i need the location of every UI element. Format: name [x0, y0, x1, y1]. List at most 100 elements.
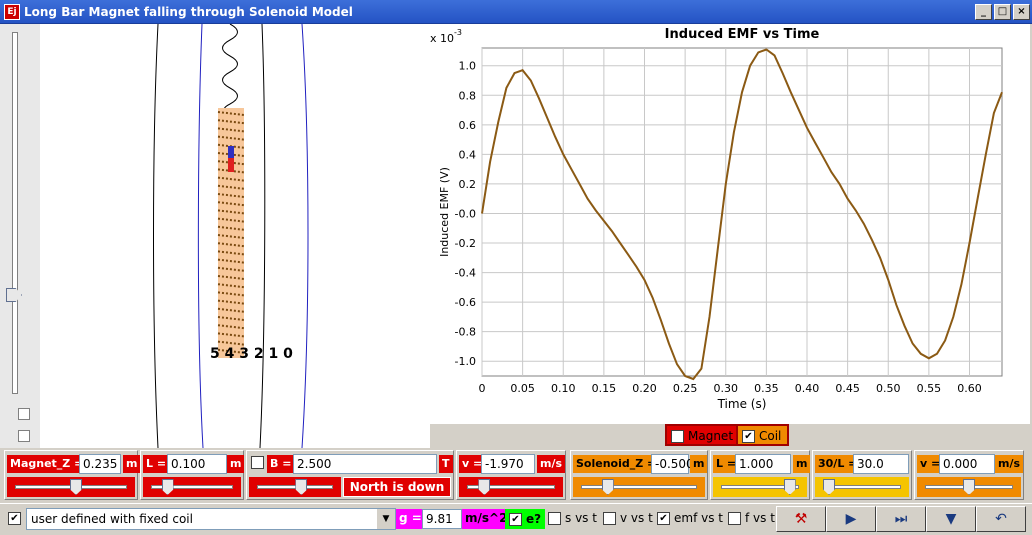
- f-vs-t-option[interactable]: f vs t: [728, 511, 775, 525]
- magnet-l-label: L =: [143, 455, 170, 473]
- solenoid-z-thumb[interactable]: [601, 479, 614, 495]
- b-slider[interactable]: [249, 477, 341, 497]
- zoom-slider-track[interactable]: [12, 32, 18, 394]
- y-tick-label: 0.4: [459, 148, 477, 161]
- x-tick-label: 0.40: [795, 382, 820, 395]
- solenoid-z-unit: m: [690, 455, 708, 473]
- b-input[interactable]: 2.500: [293, 454, 437, 474]
- maximize-button[interactable]: □: [994, 3, 1011, 20]
- magnet-z-thumb[interactable]: [70, 479, 82, 495]
- solenoid-z-label: Solenoid_Z =: [573, 455, 660, 473]
- y-scale-label: x 10: [430, 32, 454, 45]
- window-title: Long Bar Magnet falling through Solenoid…: [24, 4, 353, 19]
- magnet-l-group: L = 0.100 m: [140, 450, 245, 500]
- solenoid-v-thumb[interactable]: [963, 479, 975, 495]
- emf-chart: 0 0.05 0.10 0.15 0.20 0.25 0.30 0.35 0.40 0.45 0.5…: [430, 27, 1003, 411]
- b-label: B =: [267, 455, 295, 473]
- mode-checkbox[interactable]: ✔: [8, 512, 21, 525]
- gravity-unit: m/s^2: [462, 509, 511, 529]
- y-tick-label: 1.0: [459, 60, 477, 73]
- solenoid-v-group: v = 0.000 m/s: [914, 450, 1024, 500]
- v-vs-t-checkbox[interactable]: [603, 511, 616, 525]
- y-tick-label: -0.4: [455, 267, 476, 280]
- emf-vs-t-option[interactable]: ✔ emf vs t: [657, 511, 723, 525]
- legend-coil[interactable]: ✔ Coil: [736, 424, 790, 446]
- hammer-icon[interactable]: ⚒: [776, 506, 826, 532]
- y-scale-exponent: -3: [454, 28, 462, 37]
- s-vs-t-option[interactable]: s vs t: [548, 511, 597, 525]
- y-tick-label: -0.0: [455, 207, 476, 220]
- app-icon: Ej: [4, 3, 20, 20]
- down-icon[interactable]: ▼: [926, 506, 976, 532]
- legend-magnet[interactable]: Magnet: [665, 424, 742, 446]
- x-tick-label: 0.60: [957, 382, 982, 395]
- gravity-input[interactable]: 9.81: [422, 509, 462, 529]
- magnet-south: [228, 158, 234, 172]
- velocity-unit: m/s: [537, 455, 566, 473]
- x-tick-label: 0.55: [917, 382, 942, 395]
- velocity-group: v = -1.970 m/s: [456, 450, 566, 500]
- solenoid-z-slider[interactable]: [573, 477, 705, 497]
- solenoid-v-slider[interactable]: [917, 477, 1021, 497]
- magnet-l-slider[interactable]: [143, 477, 241, 497]
- emf-checkbox[interactable]: ✔: [509, 512, 522, 526]
- field-line-right-inner: [259, 24, 266, 448]
- emf-toggle[interactable]: ✔ e?: [505, 509, 546, 529]
- close-button[interactable]: ×: [1013, 3, 1030, 20]
- magnet-checkbox[interactable]: [671, 429, 684, 443]
- legend-coil-label: Coil: [759, 429, 782, 443]
- f-vs-t-checkbox[interactable]: [728, 511, 741, 525]
- b-thumb[interactable]: [295, 479, 308, 495]
- solenoid-v-input[interactable]: 0.000: [939, 454, 995, 474]
- chart-title: Induced EMF vs Time: [665, 27, 820, 42]
- north-is-down-button[interactable]: North is down: [343, 477, 451, 497]
- parameter-panel: Magnet_Z = 0.235 m L = 0.100 m B = 2.500…: [4, 450, 1028, 502]
- chevron-down-icon[interactable]: ▼: [377, 509, 395, 529]
- left-panel: [0, 24, 40, 448]
- simulation-view[interactable]: 5 4 3 2 1 0: [40, 24, 430, 448]
- x-tick-label: 0.45: [835, 382, 860, 395]
- play-icon[interactable]: ▶: [826, 506, 876, 532]
- pole-labels: 5 4 3 2 1 0: [210, 346, 293, 362]
- solenoid-v-unit: m/s: [995, 455, 1024, 473]
- solenoid-z-group: Solenoid_Z = -0.500 m: [570, 450, 708, 500]
- velocity-input[interactable]: -1.970: [481, 454, 535, 474]
- emf-vs-t-checkbox[interactable]: ✔: [657, 511, 670, 525]
- v-vs-t-option[interactable]: v vs t: [603, 511, 653, 525]
- turns-slider[interactable]: [815, 477, 909, 497]
- velocity-slider[interactable]: [459, 477, 563, 497]
- plot-legend: Magnet ✔ Coil: [430, 424, 1030, 448]
- solenoid-l-slider[interactable]: [713, 477, 807, 497]
- turns-input[interactable]: 30.0: [853, 454, 909, 474]
- x-tick-label: 0.20: [632, 382, 657, 395]
- y-tick-label: 0.6: [459, 119, 477, 132]
- magnet-z-slider[interactable]: [7, 477, 135, 497]
- magnet-z-input[interactable]: 0.235: [79, 454, 121, 474]
- velocity-thumb[interactable]: [478, 479, 491, 495]
- view-checkbox-1[interactable]: [18, 408, 30, 420]
- x-tick-label: 0.05: [510, 382, 535, 395]
- view-checkbox-2[interactable]: [18, 430, 30, 442]
- solenoid-l-thumb[interactable]: [783, 479, 796, 495]
- b-checkbox[interactable]: [251, 456, 264, 469]
- solenoid-l-input[interactable]: 1.000: [735, 454, 791, 474]
- mode-select[interactable]: user defined with fixed coil ▼: [26, 508, 396, 530]
- y-tick-label: -0.2: [455, 237, 476, 250]
- bottom-toolbar: ✔ user defined with fixed coil ▼ g = 9.8…: [0, 503, 1032, 535]
- x-tick-label: 0: [479, 382, 486, 395]
- coil-checkbox[interactable]: ✔: [742, 429, 755, 443]
- magnet-l-thumb[interactable]: [161, 479, 174, 495]
- step-icon[interactable]: ⏭: [876, 506, 926, 532]
- magnet-z-label: Magnet_Z =: [7, 455, 87, 473]
- magnet-z-group: Magnet_Z = 0.235 m: [4, 450, 141, 500]
- y-tick-label: -0.6: [455, 296, 476, 309]
- solenoid-z-input[interactable]: -0.500: [651, 454, 694, 474]
- field-line-left-outer: [153, 24, 159, 448]
- reset-icon[interactable]: ↶: [976, 506, 1026, 532]
- s-vs-t-checkbox[interactable]: [548, 511, 561, 525]
- y-tick-label: 0.2: [459, 178, 477, 191]
- turns-thumb[interactable]: [823, 479, 835, 495]
- v-vs-t-label: v vs t: [620, 511, 653, 525]
- minimize-button[interactable]: _: [975, 3, 992, 20]
- magnet-l-input[interactable]: 0.100: [167, 454, 227, 474]
